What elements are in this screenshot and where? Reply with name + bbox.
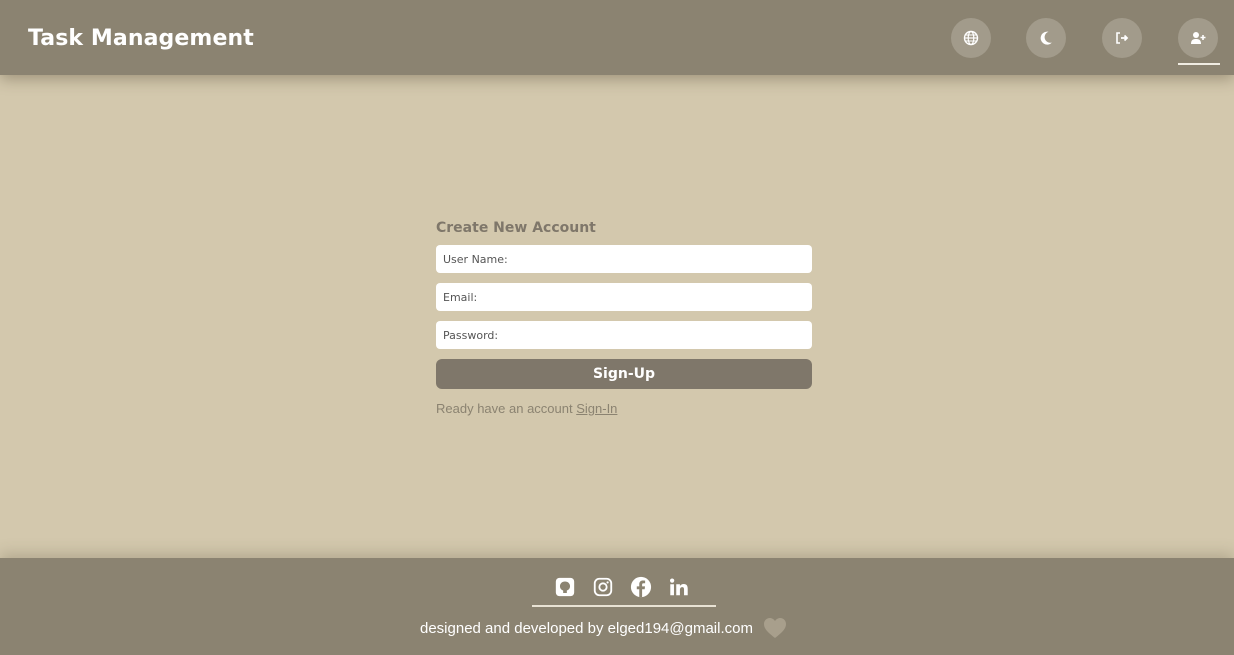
app-header: Task Management [0, 0, 1234, 75]
footer-credit: designed and developed by elged194@gmail… [420, 617, 787, 639]
logout-button[interactable] [1102, 18, 1142, 58]
facebook-icon [630, 576, 652, 598]
form-title: Create New Account [436, 220, 596, 236]
credit-text: designed and developed by elged194@gmail… [420, 619, 753, 637]
password-input[interactable] [436, 321, 812, 349]
social-links [553, 574, 698, 600]
email-input[interactable] [436, 283, 812, 311]
signin-link[interactable]: Sign-In [576, 401, 617, 416]
instagram-link[interactable] [591, 575, 615, 599]
theme-toggle-button[interactable] [1026, 18, 1066, 58]
signup-button[interactable]: Sign-Up [436, 359, 812, 389]
github-icon [555, 577, 575, 597]
github-link[interactable] [553, 575, 577, 599]
active-nav-indicator [1178, 63, 1220, 65]
register-button[interactable] [1178, 18, 1218, 58]
linkedin-icon [670, 578, 688, 596]
logout-icon [1116, 32, 1129, 44]
moon-icon [1040, 31, 1052, 45]
signin-prompt: Ready have an account Sign-In [436, 401, 812, 416]
globe-icon [963, 30, 979, 46]
instagram-icon [593, 577, 613, 597]
signin-prompt-text: Ready have an account [436, 401, 577, 416]
footer-divider [532, 605, 716, 607]
linkedin-link[interactable] [667, 575, 691, 599]
language-button[interactable] [951, 18, 991, 58]
add-user-icon [1191, 32, 1206, 44]
app-title: Task Management [28, 26, 254, 51]
signup-form: Create New Account Sign-Up Ready have an… [436, 219, 812, 416]
facebook-link[interactable] [629, 575, 653, 599]
heart-icon [763, 618, 786, 638]
username-input[interactable] [436, 245, 812, 273]
